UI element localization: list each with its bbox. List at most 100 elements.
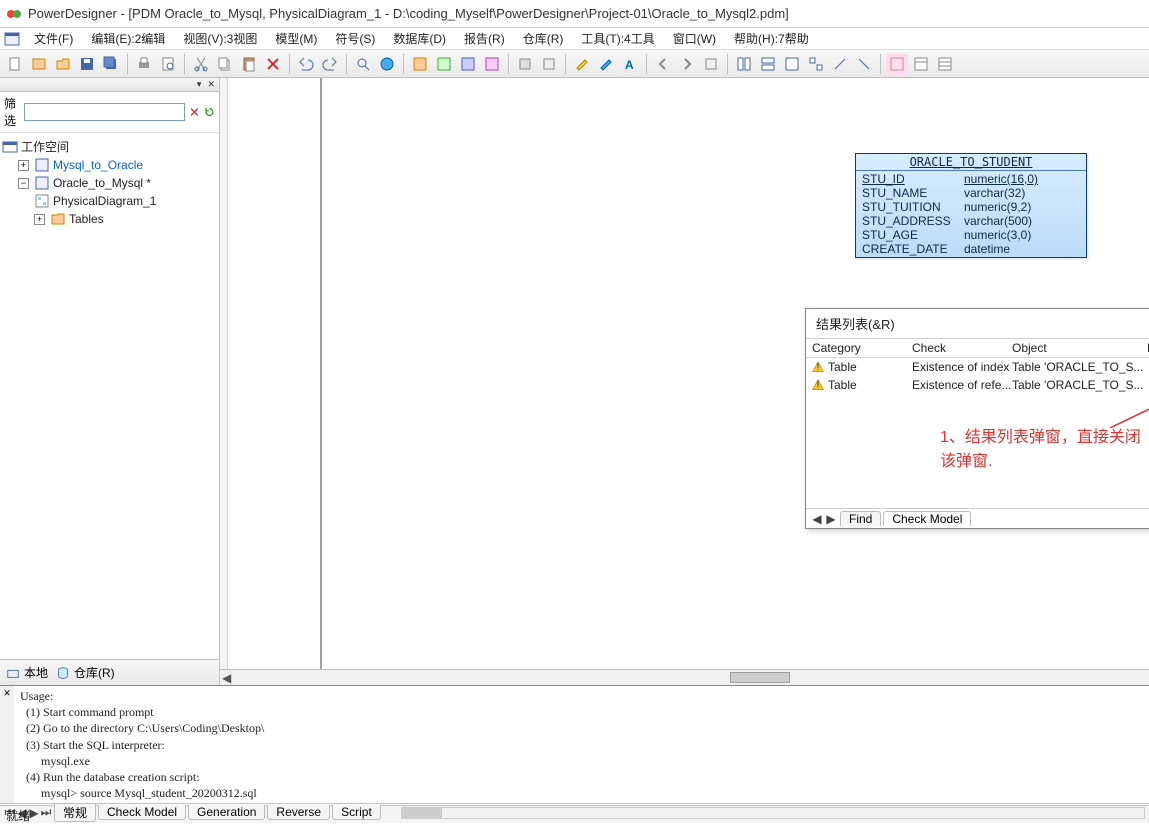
close-icon[interactable]: ✕ xyxy=(205,79,217,90)
tb-delete[interactable] xyxy=(262,53,284,75)
tb-find[interactable] xyxy=(352,53,374,75)
sidebar-tab-local[interactable]: 本地 xyxy=(6,664,48,681)
menu-repository[interactable]: 仓库(R) xyxy=(515,28,572,49)
tree-node-diagram[interactable]: PhysicalDiagram_1 xyxy=(2,192,217,210)
output-panel-close[interactable]: ✕ xyxy=(0,686,14,803)
tb-layout3[interactable] xyxy=(781,53,803,75)
output-tab-generation[interactable]: Generation xyxy=(188,805,265,820)
tb-new-project[interactable] xyxy=(28,53,50,75)
results-tab-checkmodel[interactable]: Check Model xyxy=(883,511,971,526)
tb-window1[interactable] xyxy=(409,53,431,75)
tb-window3[interactable] xyxy=(457,53,479,75)
tree-node-mysql-to-oracle[interactable]: + Mysql_to_Oracle xyxy=(2,156,217,174)
sidebar-tab-repo[interactable]: 仓库(R) xyxy=(56,664,115,681)
tb-undo[interactable] xyxy=(295,53,317,75)
menu-database[interactable]: 数据库(D) xyxy=(385,28,454,49)
entity-column-row: CREATE_DATEdatetime xyxy=(862,242,1080,256)
menu-bar: 文件(F) 编辑(E):2编辑 视图(V):3视图 模型(M) 符号(S) 数据… xyxy=(0,28,1149,50)
scrollbar-thumb[interactable] xyxy=(402,808,442,818)
tab-prev-icon[interactable]: ◀ xyxy=(810,512,824,526)
diagram-icon xyxy=(34,193,50,209)
tree-node-oracle-to-mysql[interactable]: − Oracle_to_Mysql * xyxy=(2,174,217,192)
tb-new[interactable] xyxy=(4,53,26,75)
menu-edit[interactable]: 编辑(E):2编辑 xyxy=(83,28,173,49)
col-check: Check xyxy=(912,341,1012,355)
output-tab-general[interactable]: 常规 xyxy=(54,804,96,822)
object-tree[interactable]: 工作空间 + Mysql_to_Oracle − Oracle_to_Mysql… xyxy=(0,133,219,659)
tb-view3[interactable] xyxy=(934,53,956,75)
model-icon xyxy=(34,175,50,191)
collapse-icon[interactable]: − xyxy=(18,178,29,189)
output-tab-script[interactable]: Script xyxy=(332,805,381,820)
tb-window2[interactable] xyxy=(433,53,455,75)
warning-icon: ! xyxy=(812,379,824,391)
tab-last-icon[interactable]: ⏭ xyxy=(40,805,52,820)
entity-oracle-to-student[interactable]: ORACLE_TO_STUDENT STU_IDnumeric(16,0)STU… xyxy=(855,153,1087,258)
tb-layout5[interactable] xyxy=(829,53,851,75)
tree-label: Oracle_to_Mysql * xyxy=(53,176,151,190)
tb-obj2[interactable] xyxy=(538,53,560,75)
tree-root[interactable]: 工作空间 xyxy=(2,137,217,156)
tb-nav3[interactable] xyxy=(700,53,722,75)
tb-save[interactable] xyxy=(76,53,98,75)
tb-nav2[interactable] xyxy=(676,53,698,75)
menu-window[interactable]: 窗口(W) xyxy=(665,28,724,49)
tb-view1[interactable] xyxy=(886,53,908,75)
tb-copy[interactable] xyxy=(214,53,236,75)
tb-edit2[interactable] xyxy=(595,53,617,75)
results-row[interactable]: !TableExistence of refe...Table 'ORACLE_… xyxy=(806,376,1149,394)
tb-nav1[interactable] xyxy=(652,53,674,75)
menu-tools[interactable]: 工具(T):4工具 xyxy=(573,28,662,49)
tb-view2[interactable] xyxy=(910,53,932,75)
scroll-left-icon[interactable]: ◀ xyxy=(222,671,231,685)
filter-refresh-icon[interactable] xyxy=(204,104,215,120)
output-scrollbar[interactable] xyxy=(401,807,1145,819)
filter-input[interactable] xyxy=(24,103,185,121)
tb-paste[interactable] xyxy=(238,53,260,75)
tb-preview[interactable] xyxy=(157,53,179,75)
tb-browser[interactable] xyxy=(376,53,398,75)
menu-file[interactable]: 文件(F) xyxy=(26,28,81,49)
scrollbar-thumb[interactable] xyxy=(730,672,790,683)
entity-column-row: STU_NAMEvarchar(32) xyxy=(862,186,1080,200)
tb-cut[interactable] xyxy=(190,53,212,75)
tb-open[interactable] xyxy=(52,53,74,75)
diagram-canvas[interactable]: ORACLE_TO_STUDENT STU_IDnumeric(16,0)STU… xyxy=(220,78,1149,685)
expand-icon[interactable]: + xyxy=(34,214,45,225)
pin-icon[interactable]: ▾ xyxy=(195,79,204,90)
tb-layout1[interactable] xyxy=(733,53,755,75)
filter-clear-icon[interactable] xyxy=(189,104,200,120)
tb-redo[interactable] xyxy=(319,53,341,75)
menu-help[interactable]: 帮助(H):7帮助 xyxy=(726,28,817,49)
toolbar-separator xyxy=(508,54,509,74)
ruler-left xyxy=(220,78,228,669)
output-text: Usage: (1) Start command prompt (2) Go t… xyxy=(14,686,1149,803)
tab-label: 本地 xyxy=(24,664,48,681)
expand-icon[interactable]: + xyxy=(18,160,29,171)
output-tab-reverse[interactable]: Reverse xyxy=(267,805,330,820)
menu-report[interactable]: 报告(R) xyxy=(456,28,513,49)
tree-node-tables[interactable]: + Tables xyxy=(2,210,217,228)
tb-obj1[interactable] xyxy=(514,53,536,75)
menu-model[interactable]: 模型(M) xyxy=(267,28,325,49)
tb-edit1[interactable] xyxy=(571,53,593,75)
results-tab-find[interactable]: Find xyxy=(840,511,881,526)
results-tabs: ◀ ▶ Find Check Model xyxy=(806,508,1149,528)
tb-print[interactable] xyxy=(133,53,155,75)
col-category: Category xyxy=(812,341,912,355)
tb-layout4[interactable] xyxy=(805,53,827,75)
tb-text[interactable]: A xyxy=(619,53,641,75)
tb-layout6[interactable] xyxy=(853,53,875,75)
output-tab-checkmodel[interactable]: Check Model xyxy=(98,805,186,820)
output-tabs: ⏮ ◀ ▶ ⏭ 常规 Check Model Generation Revers… xyxy=(0,803,1149,821)
toolbar: A xyxy=(0,50,1149,78)
menu-view[interactable]: 视图(V):3视图 xyxy=(175,28,265,49)
tb-layout2[interactable] xyxy=(757,53,779,75)
title-bar: PowerDesigner - [PDM Oracle_to_Mysql, Ph… xyxy=(0,0,1149,28)
tb-window4[interactable] xyxy=(481,53,503,75)
tb-saveall[interactable] xyxy=(100,53,122,75)
menu-symbol[interactable]: 符号(S) xyxy=(327,28,383,49)
results-row[interactable]: !TableExistence of indexTable 'ORACLE_TO… xyxy=(806,358,1149,376)
canvas-scrollbar-h[interactable]: ◀ xyxy=(220,669,1149,685)
tab-next-icon[interactable]: ▶ xyxy=(824,512,838,526)
